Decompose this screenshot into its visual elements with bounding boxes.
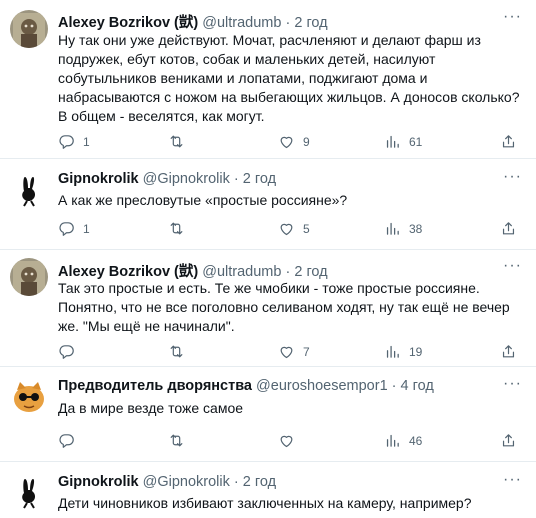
timestamp[interactable]: 2 год <box>294 15 327 31</box>
views-icon <box>384 220 401 237</box>
reply-count: 1 <box>83 134 90 149</box>
more-icon[interactable]: ··· <box>503 375 522 393</box>
like-count: 7 <box>303 344 310 359</box>
like-button[interactable]: 9 <box>278 133 310 150</box>
display-name[interactable]: Gipnokrolik <box>58 474 139 490</box>
action-bar: 46 <box>58 432 518 452</box>
more-icon[interactable]: ··· <box>503 257 522 275</box>
views-count: 38 <box>409 221 423 236</box>
user-handle[interactable]: @ultradumb <box>202 264 281 280</box>
timestamp[interactable]: 2 год <box>294 264 327 280</box>
share-icon <box>500 220 517 237</box>
views-button[interactable]: 61 <box>384 133 422 150</box>
reply-icon <box>58 133 75 150</box>
tweet-header: Gipnokrolik @Gipnokrolik · 2 год <box>58 474 276 490</box>
more-icon[interactable]: ··· <box>503 471 522 489</box>
views-count: 46 <box>409 433 423 448</box>
avatar[interactable] <box>10 473 48 511</box>
tweet[interactable]: Alexey Bozrikov (獃) @ultradumb · 2 год ·… <box>0 0 536 159</box>
views-button[interactable]: 46 <box>384 432 422 449</box>
more-icon[interactable]: ··· <box>503 8 522 26</box>
retweet-button[interactable] <box>168 432 193 449</box>
action-bar: 1 5 38 <box>58 220 518 240</box>
share-button[interactable] <box>500 432 517 449</box>
tweet-text: Ну так они уже действуют. Мочат, расчлен… <box>58 32 520 124</box>
separator-dot: · <box>233 171 239 187</box>
reply-count: 1 <box>83 221 90 236</box>
tweet-text: Дети чиновников избивают заключенных на … <box>58 495 472 511</box>
views-icon <box>384 432 401 449</box>
share-icon <box>500 432 517 449</box>
reply-button[interactable]: 1 <box>58 220 90 237</box>
reply-button[interactable] <box>58 343 83 360</box>
action-bar: 1 9 61 <box>58 133 518 153</box>
user-handle[interactable]: @Gipnokrolik <box>143 474 230 490</box>
avatar[interactable] <box>10 10 48 48</box>
like-icon <box>278 432 295 449</box>
timestamp[interactable]: 2 год <box>243 171 276 187</box>
like-icon <box>278 133 295 150</box>
like-count: 5 <box>303 221 310 236</box>
tweet[interactable]: Gipnokrolik @Gipnokrolik · 2 год ··· А к… <box>0 158 536 250</box>
tweet-text: Да в мире везде тоже самое <box>58 400 244 416</box>
like-button[interactable] <box>278 432 303 449</box>
tweet-header: Gipnokrolik @Gipnokrolik · 2 год <box>58 171 276 187</box>
like-icon <box>278 220 295 237</box>
like-button[interactable]: 5 <box>278 220 310 237</box>
avatar[interactable] <box>10 171 48 209</box>
like-button[interactable]: 7 <box>278 343 310 360</box>
tweet[interactable]: Предводитель дворянства @euroshoesempor1… <box>0 366 536 462</box>
action-bar: 7 19 <box>58 343 518 363</box>
views-icon <box>384 343 401 360</box>
reply-button[interactable]: 1 <box>58 133 90 150</box>
timestamp[interactable]: 2 год <box>243 474 276 490</box>
tweet-header: Предводитель дворянства @euroshoesempor1… <box>58 378 434 394</box>
tweet-header: Alexey Bozrikov (獃) @ultradumb · 2 год <box>58 11 328 32</box>
user-handle[interactable]: @Gipnokrolik <box>143 171 230 187</box>
share-button[interactable] <box>500 133 517 150</box>
tweet[interactable]: Gipnokrolik @Gipnokrolik · 2 год ··· Дет… <box>0 461 536 518</box>
display-name[interactable]: Alexey Bozrikov (獃) <box>58 15 198 31</box>
share-icon <box>500 343 517 360</box>
avatar[interactable] <box>10 378 48 416</box>
views-count: 19 <box>409 344 423 359</box>
separator-dot: · <box>233 474 239 490</box>
more-icon[interactable]: ··· <box>503 168 522 186</box>
separator-dot: · <box>285 15 291 31</box>
reply-icon <box>58 220 75 237</box>
retweet-icon <box>168 220 185 237</box>
retweet-icon <box>168 432 185 449</box>
retweet-button[interactable] <box>168 133 193 150</box>
like-icon <box>278 343 295 360</box>
views-icon <box>384 133 401 150</box>
avatar[interactable] <box>10 258 48 296</box>
display-name[interactable]: Предводитель дворянства <box>58 378 252 394</box>
tweet[interactable]: Alexey Bozrikov (獃) @ultradumb · 2 год ·… <box>0 249 536 367</box>
share-button[interactable] <box>500 220 517 237</box>
reply-icon <box>58 432 75 449</box>
share-button[interactable] <box>500 343 517 360</box>
timestamp[interactable]: 4 год <box>401 378 434 394</box>
display-name[interactable]: Alexey Bozrikov (獃) <box>58 264 198 280</box>
retweet-icon <box>168 343 185 360</box>
tweet-text: А как же пресловутые «простые россияне»? <box>58 192 348 208</box>
tweet-header: Alexey Bozrikov (獃) @ultradumb · 2 год <box>58 260 328 281</box>
views-button[interactable]: 19 <box>384 343 422 360</box>
reply-icon <box>58 343 75 360</box>
separator-dot: · <box>285 264 291 280</box>
tweet-text: Так это простые и есть. Те же чмобики - … <box>58 280 510 334</box>
retweet-button[interactable] <box>168 220 193 237</box>
retweet-button[interactable] <box>168 343 193 360</box>
reply-button[interactable] <box>58 432 83 449</box>
user-handle[interactable]: @ultradumb <box>202 15 281 31</box>
views-count: 61 <box>409 134 423 149</box>
user-handle[interactable]: @euroshoesempor1 <box>256 378 388 394</box>
retweet-icon <box>168 133 185 150</box>
display-name[interactable]: Gipnokrolik <box>58 171 139 187</box>
like-count: 9 <box>303 134 310 149</box>
views-button[interactable]: 38 <box>384 220 422 237</box>
conversation-feed: Alexey Bozrikov (獃) @ultradumb · 2 год ·… <box>0 0 536 518</box>
share-icon <box>500 133 517 150</box>
separator-dot: · <box>391 378 397 394</box>
